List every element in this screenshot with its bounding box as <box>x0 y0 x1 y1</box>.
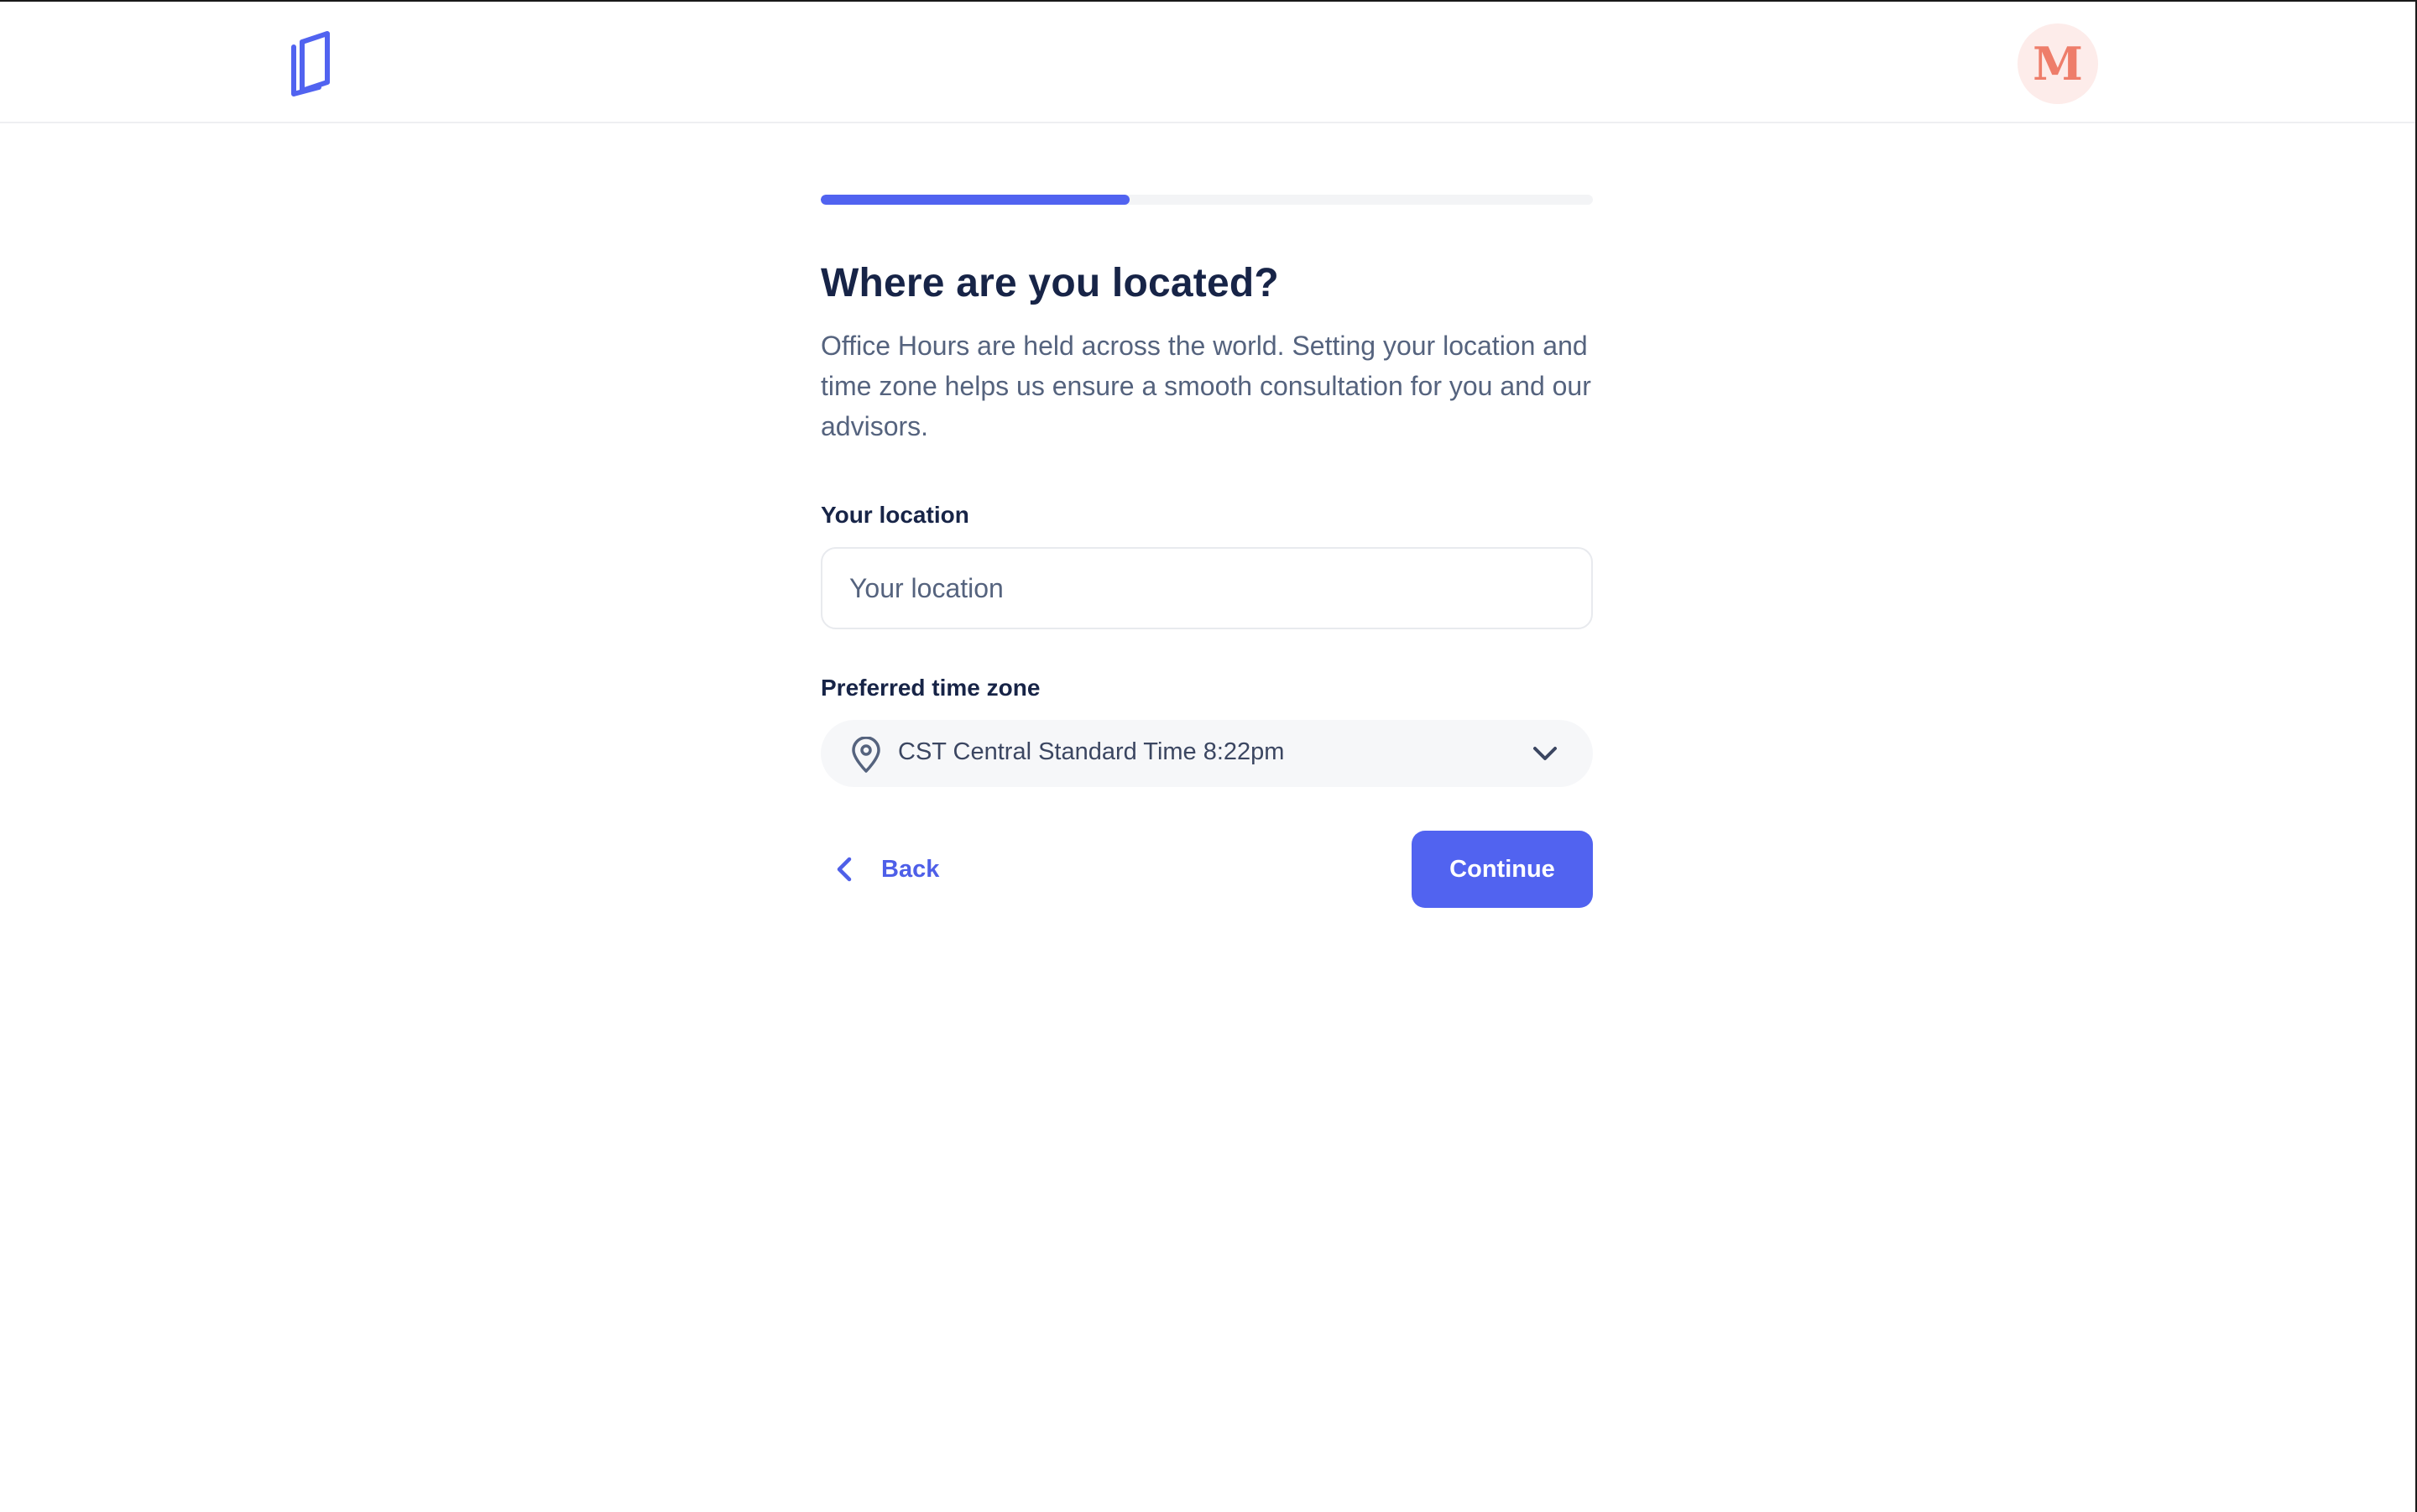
progress-bar-fill <box>821 195 1130 205</box>
back-button[interactable]: Back <box>821 831 939 908</box>
chevron-left-icon <box>837 857 852 882</box>
page-subtitle: Office Hours are held across the world. … <box>821 331 1591 441</box>
location-input[interactable] <box>821 547 1593 629</box>
book-logo-icon[interactable] <box>290 30 337 97</box>
progress-bar <box>821 195 1593 205</box>
back-label: Back <box>881 855 940 883</box>
continue-button[interactable]: Continue <box>1412 831 1593 908</box>
timezone-selected-value: CST Central Standard Time 8:22pm <box>898 738 1285 765</box>
map-pin-icon <box>852 737 880 773</box>
avatar-initial: M <box>2033 37 2083 91</box>
timezone-select[interactable]: CST Central Standard Time 8:22pm <box>821 720 1593 787</box>
avatar[interactable]: M <box>2018 23 2098 104</box>
timezone-label: Preferred time zone <box>821 675 1041 701</box>
location-label: Your location <box>821 502 969 528</box>
chevron-down-icon <box>1533 747 1557 760</box>
page-title: Where are you located? <box>821 261 1279 305</box>
top-bar: M <box>0 2 2415 123</box>
app-window: M Where are you located? Office Hours ar… <box>0 0 2417 1512</box>
